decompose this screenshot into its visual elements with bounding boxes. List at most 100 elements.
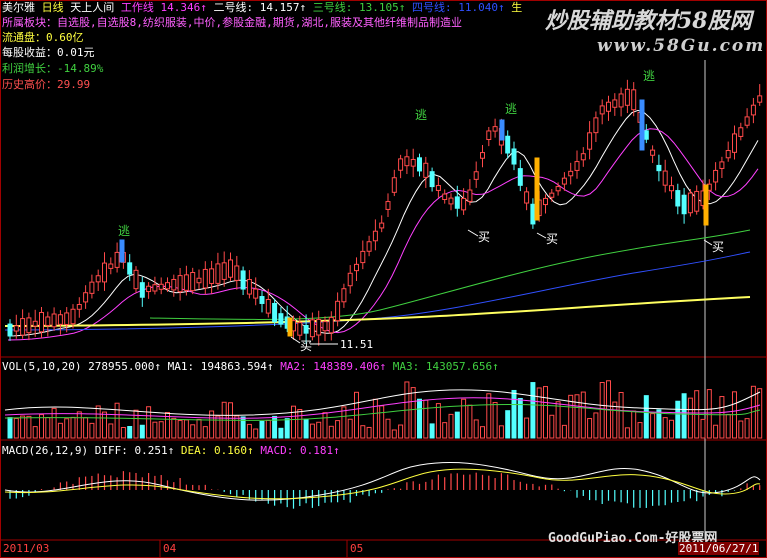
volume-bar <box>643 395 649 439</box>
candle-body <box>165 282 170 290</box>
buy-signal-3: 买 <box>546 232 559 246</box>
volume-bar <box>158 421 164 439</box>
volume-label[interactable]: VOL(5,10,20) <box>2 360 81 373</box>
volume-bar <box>448 413 454 439</box>
signal-markers <box>119 99 713 345</box>
volume-bar <box>505 410 511 439</box>
volume-bar <box>278 427 284 439</box>
candle-body <box>568 170 574 177</box>
candle-body <box>83 292 89 303</box>
candle-body <box>757 95 763 103</box>
candle-body <box>190 272 196 292</box>
candle-body <box>656 164 662 172</box>
candle-body <box>492 126 498 132</box>
volume-bar <box>624 427 630 439</box>
volume-ma3: MA3: 143057.656↑ <box>392 360 499 373</box>
candle-body <box>102 262 107 283</box>
macd-label[interactable]: MACD(26,12,9) <box>2 444 88 457</box>
candle-body <box>467 189 473 202</box>
candle-body <box>196 277 202 284</box>
volume-bar <box>51 407 57 439</box>
candle-body <box>70 308 76 325</box>
ma-line-yellow <box>4 296 751 327</box>
candle-body <box>410 158 416 167</box>
watermark-title: 炒股辅助教材58股网 <box>545 8 752 34</box>
volume-bar <box>574 394 580 439</box>
candle-body <box>650 149 656 156</box>
volume-bar <box>618 391 624 439</box>
volume-bar <box>265 419 271 439</box>
volume-bar <box>89 422 95 439</box>
candle-body <box>202 268 208 289</box>
candle-body <box>744 116 750 126</box>
candle-body <box>687 192 693 214</box>
macd-value: MACD: 0.181↑ <box>260 444 340 457</box>
candle-body <box>278 313 284 325</box>
volume-bar <box>429 423 435 439</box>
volume-bar <box>360 425 366 439</box>
profit-growth-info: 利润增长：-14.89% <box>2 62 104 75</box>
macd-diff: DIFF: 0.251↑ <box>94 444 175 457</box>
candle-body <box>505 135 511 154</box>
volume-bar <box>555 401 561 439</box>
candle-body <box>39 311 44 333</box>
candle-body <box>133 269 139 290</box>
volume-bar <box>480 426 485 439</box>
volume-bar <box>631 410 637 439</box>
candle-body <box>366 241 372 252</box>
line4-label: 四号线: <box>411 1 452 14</box>
volume-bar <box>536 387 542 439</box>
volume-bar <box>246 423 252 439</box>
stock-name[interactable]: 美尔雅 <box>2 1 35 14</box>
volume-bar <box>114 402 120 439</box>
indicator-name[interactable]: 天上人间 <box>70 1 114 14</box>
volume-bar <box>196 418 202 439</box>
buy-arrow <box>467 229 479 237</box>
candle-body <box>272 302 278 323</box>
volume-bar <box>725 413 731 439</box>
candle-body <box>561 177 567 185</box>
volume-bar <box>32 426 38 439</box>
candle-body <box>139 282 145 298</box>
volume-bar <box>467 404 473 439</box>
line2-label: 二号线: <box>213 1 254 14</box>
candle-body <box>675 190 681 207</box>
candle-body <box>719 161 725 169</box>
volume-bar <box>442 422 448 439</box>
candle-body <box>624 88 630 106</box>
date-label-apr: 04 <box>163 542 177 555</box>
candle-body <box>379 222 385 229</box>
candle-body <box>750 104 756 116</box>
volume-bars <box>7 380 763 439</box>
line1-label: 工作线 <box>120 1 154 14</box>
volume-bar <box>95 405 101 439</box>
historic-high-info: 历史高价：29.99 <box>2 78 91 91</box>
volume-bar <box>57 422 63 439</box>
volume-bar <box>322 412 328 439</box>
candle-body <box>511 148 517 165</box>
candle-body <box>171 278 177 291</box>
candle-body <box>423 162 429 178</box>
escape-signal-2: 逃 <box>415 108 428 122</box>
highlight-candle <box>703 184 709 226</box>
volume-bar <box>328 425 334 439</box>
volume-bar <box>498 425 504 439</box>
candle-body <box>240 270 246 290</box>
volume-bar <box>423 399 429 439</box>
candle-body <box>404 156 410 167</box>
volume-bar <box>120 426 126 439</box>
macd-dea: DEA: 0.160↑ <box>180 444 254 457</box>
line1-value: 14.346↑ <box>160 1 207 14</box>
highlight-candle <box>119 239 125 263</box>
line2-value: 14.157↑ <box>259 1 307 14</box>
candle-body <box>417 157 422 172</box>
candle-body <box>429 171 435 188</box>
volume-bar <box>524 417 530 439</box>
candle-body <box>303 324 309 334</box>
volume-bar <box>669 419 674 439</box>
current-date-label: 2011/06/27/1 <box>678 542 760 555</box>
period-label[interactable]: 日线 <box>42 1 64 14</box>
candle-body <box>228 259 233 278</box>
candle-body <box>385 201 391 210</box>
volume-ma1: MA1: 194863.594↑ <box>167 360 274 373</box>
